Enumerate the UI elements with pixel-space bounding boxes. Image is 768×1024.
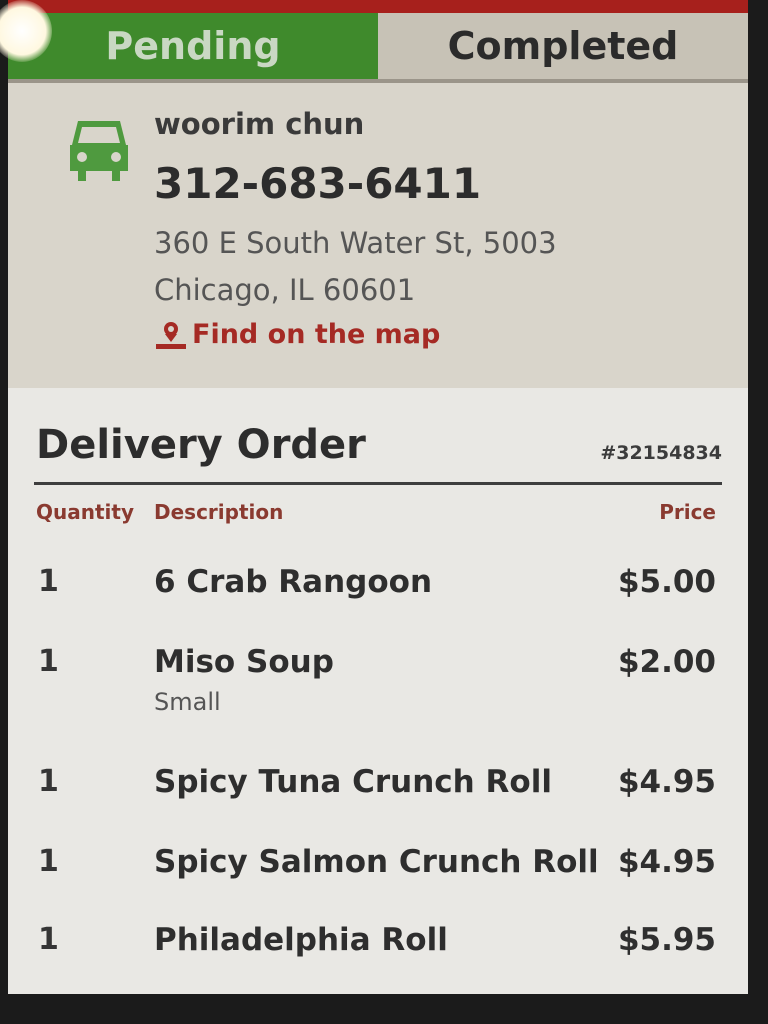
item-price: $5.00 [617, 564, 716, 600]
order-item-row: 1 Miso Soup $2.00 Small [8, 644, 748, 716]
item-price: $4.95 [617, 764, 716, 800]
order-section: Delivery Order #32154834 Quantity Descri… [8, 388, 748, 994]
item-price: $4.95 [617, 844, 716, 880]
item-description: Spicy Salmon Crunch Roll [154, 844, 599, 880]
item-quantity: 1 [38, 764, 59, 799]
find-on-map-label: Find on the map [192, 319, 441, 350]
item-quantity: 1 [38, 644, 59, 679]
tab-pending[interactable]: Pending [8, 13, 378, 79]
top-accent-bar [8, 0, 748, 13]
customer-card: woorim chun 312-683-6411 360 E South Wat… [8, 83, 748, 388]
item-quantity: 1 [38, 922, 59, 957]
item-price: $2.00 [617, 644, 716, 680]
map-pin-icon [156, 321, 186, 349]
address-line-2: Chicago, IL 60601 [154, 273, 416, 307]
find-on-map-link[interactable]: Find on the map [154, 319, 440, 350]
item-price: $5.95 [617, 922, 716, 958]
column-header-quantity: Quantity [36, 500, 134, 524]
item-description: 6 Crab Rangoon [154, 564, 433, 600]
column-header-price: Price [659, 500, 716, 524]
item-quantity: 1 [38, 844, 59, 879]
item-description: Spicy Tuna Crunch Roll [154, 764, 552, 800]
item-description: Philadelphia Roll [154, 922, 448, 958]
order-item-row: 1 Spicy Tuna Crunch Roll $4.95 [8, 764, 748, 824]
address-line-1: 360 E South Water St, 5003 [154, 226, 557, 260]
customer-name: woorim chun [154, 107, 365, 141]
item-option: Small [154, 688, 221, 716]
title-divider [34, 482, 722, 485]
order-number: #32154834 [600, 442, 722, 464]
order-tabs: Pending Completed [8, 13, 748, 79]
app-screen: Pending Completed woorim chun 312-683-64… [8, 0, 748, 994]
item-description: Miso Soup [154, 644, 334, 680]
order-title: Delivery Order [36, 422, 366, 468]
column-header-description: Description [154, 500, 284, 524]
customer-phone[interactable]: 312-683-6411 [154, 159, 481, 208]
car-icon [70, 121, 128, 181]
item-quantity: 1 [38, 564, 59, 599]
device-frame: Pending Completed woorim chun 312-683-64… [0, 0, 768, 1024]
tab-completed[interactable]: Completed [378, 13, 748, 79]
order-item-row: 1 Spicy Salmon Crunch Roll $4.95 [8, 844, 748, 904]
order-item-row: 1 6 Crab Rangoon $5.00 [8, 564, 748, 624]
order-item-row: 1 Philadelphia Roll $5.95 [8, 922, 748, 982]
